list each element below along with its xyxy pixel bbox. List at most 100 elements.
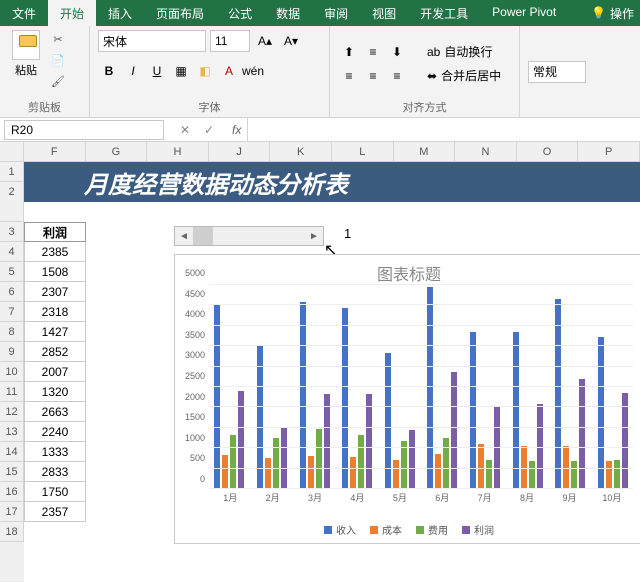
col-header-O[interactable]: O: [517, 142, 579, 162]
row-header-9[interactable]: 9: [0, 342, 24, 362]
name-box[interactable]: [4, 120, 164, 140]
legend-item[interactable]: 收入: [324, 522, 356, 537]
merge-center-button[interactable]: ⬌合并后居中: [420, 65, 508, 87]
row-header-16[interactable]: 16: [0, 482, 24, 502]
row-header-10[interactable]: 10: [0, 362, 24, 382]
col-header-N[interactable]: N: [455, 142, 517, 162]
y-tick: 4500: [185, 289, 205, 299]
fill-color-button[interactable]: ◧: [194, 60, 216, 82]
col-header-M[interactable]: M: [394, 142, 456, 162]
underline-button[interactable]: U: [146, 60, 168, 82]
data-cell[interactable]: 2852: [24, 342, 86, 362]
row-header-15[interactable]: 15: [0, 462, 24, 482]
row-header-8[interactable]: 8: [0, 322, 24, 342]
tell-me-label[interactable]: 操作: [610, 5, 634, 22]
row-header-12[interactable]: 12: [0, 402, 24, 422]
row-header-13[interactable]: 13: [0, 422, 24, 442]
phonetic-button[interactable]: wén: [242, 60, 264, 82]
border-button[interactable]: ▦: [170, 60, 192, 82]
row-header-4[interactable]: 4: [0, 242, 24, 262]
col-header-F[interactable]: F: [24, 142, 86, 162]
bar: [358, 435, 364, 489]
col-header-P[interactable]: P: [578, 142, 640, 162]
y-tick: 3000: [185, 350, 205, 360]
ribbon-tab-9[interactable]: Power Pivot: [480, 0, 568, 26]
data-cell[interactable]: 2663: [24, 402, 86, 422]
row-header-7[interactable]: 7: [0, 302, 24, 322]
font-color-button[interactable]: A: [218, 60, 240, 82]
legend-item[interactable]: 利润: [462, 522, 494, 537]
ribbon-tab-4[interactable]: 公式: [216, 0, 264, 26]
y-tick: 1500: [185, 412, 205, 422]
data-cell[interactable]: 1427: [24, 322, 86, 342]
row-header-1[interactable]: 1: [0, 162, 24, 182]
font-size-select[interactable]: [210, 30, 250, 52]
increase-font-button[interactable]: A▴: [254, 30, 276, 52]
data-cell[interactable]: 2007: [24, 362, 86, 382]
formula-bar[interactable]: [247, 118, 640, 141]
row-header-17[interactable]: 17: [0, 502, 24, 522]
cancel-formula-button[interactable]: ✕: [174, 119, 196, 141]
ribbon-tab-8[interactable]: 开发工具: [408, 0, 480, 26]
x-tick: 9月: [548, 491, 590, 505]
row-header-2[interactable]: 2: [0, 182, 24, 222]
ribbon-tab-2[interactable]: 插入: [96, 0, 144, 26]
row-header-14[interactable]: 14: [0, 442, 24, 462]
data-cell[interactable]: 2318: [24, 302, 86, 322]
col-header-K[interactable]: K: [270, 142, 332, 162]
paste-button[interactable]: 粘贴: [8, 30, 44, 78]
data-cell[interactable]: 2357: [24, 502, 86, 522]
data-cell[interactable]: 2385: [24, 242, 86, 262]
col-header-J[interactable]: J: [209, 142, 271, 162]
legend-item[interactable]: 费用: [416, 522, 448, 537]
month-scrollbar[interactable]: ◄ ►: [174, 226, 324, 246]
ribbon-tab-1[interactable]: 开始: [48, 0, 96, 26]
ribbon-tab-6[interactable]: 审阅: [312, 0, 360, 26]
ribbon-tab-0[interactable]: 文件: [0, 0, 48, 26]
scroll-right-arrow[interactable]: ►: [305, 231, 323, 242]
align-right-button[interactable]: ≡: [386, 65, 408, 87]
cut-button[interactable]: ✂: [48, 30, 68, 48]
row-header-6[interactable]: 6: [0, 282, 24, 302]
col-header-H[interactable]: H: [147, 142, 209, 162]
bar: [265, 458, 271, 489]
align-bottom-button[interactable]: ⬇: [386, 41, 408, 63]
ribbon-tab-7[interactable]: 视图: [360, 0, 408, 26]
data-cell[interactable]: 1750: [24, 482, 86, 502]
wrap-text-button[interactable]: ab自动换行: [420, 41, 508, 63]
copy-button[interactable]: 📄: [48, 51, 68, 69]
font-name-select[interactable]: [98, 30, 206, 52]
bar: [451, 372, 457, 490]
confirm-formula-button[interactable]: ✓: [198, 119, 220, 141]
group-label-number: [528, 113, 582, 115]
row-header-5[interactable]: 5: [0, 262, 24, 282]
bold-button[interactable]: B: [98, 60, 120, 82]
chart-object[interactable]: 图表标题 05001000150020002500300035004000450…: [174, 254, 640, 544]
data-cell[interactable]: 1508: [24, 262, 86, 282]
row-header-3[interactable]: 3: [0, 222, 24, 242]
row-header-18[interactable]: 18: [0, 522, 24, 542]
col-header-L[interactable]: L: [332, 142, 394, 162]
data-cell[interactable]: 1320: [24, 382, 86, 402]
data-cell[interactable]: 2833: [24, 462, 86, 482]
number-format-select[interactable]: [528, 61, 586, 83]
align-left-button[interactable]: ≡: [338, 65, 360, 87]
align-middle-button[interactable]: ≡: [362, 41, 384, 63]
ribbon-tab-3[interactable]: 页面布局: [144, 0, 216, 26]
data-cell[interactable]: 2240: [24, 422, 86, 442]
data-header-cell[interactable]: 利润: [24, 222, 86, 242]
ribbon-tab-5[interactable]: 数据: [264, 0, 312, 26]
italic-button[interactable]: I: [122, 60, 144, 82]
decrease-font-button[interactable]: A▾: [280, 30, 302, 52]
align-top-button[interactable]: ⬆: [338, 41, 360, 63]
align-center-button[interactable]: ≡: [362, 65, 384, 87]
row-header-11[interactable]: 11: [0, 382, 24, 402]
format-painter-button[interactable]: 🖌: [48, 72, 68, 90]
data-cell[interactable]: 2307: [24, 282, 86, 302]
bar: [598, 337, 604, 489]
legend-item[interactable]: 成本: [370, 522, 402, 537]
col-header-G[interactable]: G: [86, 142, 148, 162]
select-all-corner[interactable]: [0, 142, 24, 162]
scroll-left-arrow[interactable]: ◄: [175, 231, 193, 242]
data-cell[interactable]: 1333: [24, 442, 86, 462]
